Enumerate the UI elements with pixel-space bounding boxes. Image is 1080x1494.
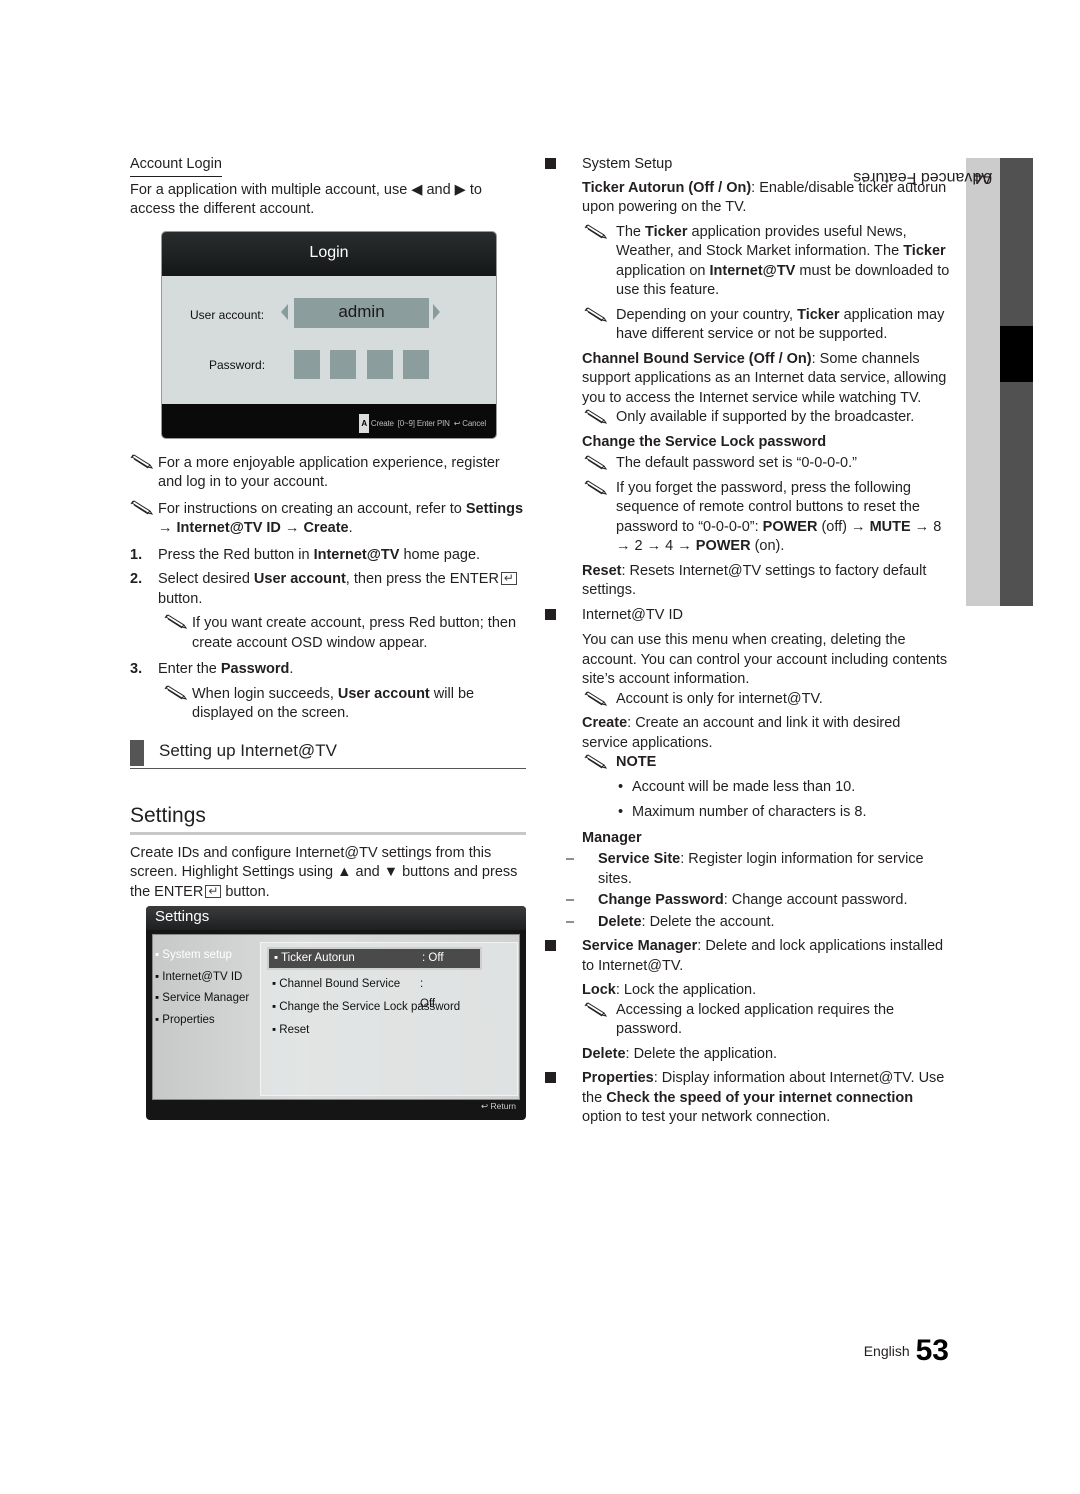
- left-column: Account Login For a application with mul…: [130, 155, 526, 1120]
- manager-item: – Change Password: Change account passwor…: [566, 892, 908, 908]
- settings-osd-window: Settings ▪ System setup ▪ Internet@TV ID…: [146, 906, 526, 1120]
- user-account-label: User account:: [190, 307, 265, 322]
- chapter-tab-label: 04 Advanced Features: [853, 160, 1000, 460]
- pencil-note-icon: [130, 500, 154, 516]
- settings-osd-title: Settings: [146, 906, 526, 930]
- pencil-note-icon: [584, 409, 608, 425]
- pin-box[interactable]: [403, 349, 429, 379]
- enter-key-icon: [205, 882, 222, 901]
- pin-box[interactable]: [367, 349, 393, 379]
- step-item: 2. Select desired User account, then pre…: [130, 569, 526, 609]
- pencil-note-icon: [584, 307, 608, 323]
- note-item: The default password set is “0-0-0-0.”: [582, 454, 950, 474]
- settings-options-panel: ▪ Ticker Autorun : Off ▪ Channel Bound S…: [260, 942, 518, 1096]
- return-icon: ↩: [453, 418, 461, 428]
- login-osd-footer: A Create [0~9] Enter PIN ↩ Cancel: [162, 403, 496, 438]
- pencil-note-icon: [584, 691, 608, 707]
- note-item: If you forget the password, press the fo…: [582, 479, 950, 557]
- create-desc: Create: Create an account and link it wi…: [582, 715, 901, 751]
- login-osd-window: Login User account: admin Password: A Cre…: [162, 231, 496, 438]
- note-item: When login succeeds, User account will b…: [164, 685, 526, 724]
- internet-id-desc: You can use this menu when creating, del…: [582, 632, 948, 687]
- arrow-right-icon[interactable]: [433, 303, 440, 320]
- note-bullet-item: • Account will be made less than 10.: [582, 778, 950, 798]
- chapter-index-strip: [1000, 158, 1033, 606]
- delete-desc: Delete: Delete the application.: [582, 1045, 778, 1062]
- chapter-title: Advanced Features: [853, 169, 992, 186]
- option-reset[interactable]: ▪ Reset: [272, 1021, 309, 1041]
- settings-osd-body: ▪ System setup ▪ Internet@TV ID ▪ Servic…: [152, 934, 520, 1100]
- internet-id-heading: Internet@TV ID: [545, 606, 950, 626]
- lock-password-heading: Change the Service Lock password: [582, 433, 827, 450]
- manager-item: – Delete: Delete the account.: [566, 913, 775, 930]
- pencil-note-icon: [164, 685, 188, 701]
- pin-box[interactable]: [294, 349, 320, 379]
- a-key-icon: A: [359, 413, 369, 433]
- create-hint[interactable]: Create: [371, 419, 394, 428]
- square-bullet-icon: [545, 1072, 556, 1083]
- page-number: 53: [915, 1334, 949, 1367]
- account-login-intro: For a application with multiple account,…: [130, 181, 482, 218]
- bullet-icon: •: [618, 778, 624, 795]
- enter-pin-hint: [0~9] Enter PIN: [397, 418, 450, 428]
- pencil-note-icon: [584, 224, 608, 240]
- channel-bound-desc: Channel Bound Service (Off / On): Some c…: [582, 350, 947, 406]
- manager-item: – Service Site: Register login informatio…: [566, 851, 924, 887]
- note-item: If you want create account, press Red bu…: [164, 614, 526, 653]
- section-bar: [130, 739, 144, 766]
- note-bullet-item: • Maximum number of characters is 8.: [582, 803, 950, 823]
- option-change-lock-password[interactable]: ▪ Change the Service Lock password: [272, 998, 460, 1018]
- menu-item-properties[interactable]: ▪ Properties: [155, 1010, 249, 1032]
- note-item: Account is only for internet@TV.: [582, 690, 950, 710]
- language-label: English: [863, 1343, 910, 1359]
- note-item: For a more enjoyable application experie…: [130, 454, 526, 493]
- note-item: For instructions on creating an account,…: [130, 500, 526, 539]
- menu-item-system-setup[interactable]: ▪ System setup: [155, 945, 249, 967]
- properties-desc: Properties: Display information about In…: [545, 1069, 950, 1128]
- note-item: Depending on your country, Ticker applic…: [582, 306, 950, 345]
- settings-intro: Create IDs and configure Internet@TV set…: [130, 844, 526, 903]
- pencil-note-icon: [584, 754, 608, 770]
- note-item: The Ticker application provides useful N…: [582, 223, 950, 301]
- login-osd-hints: A Create [0~9] Enter PIN ↩ Cancel: [359, 413, 486, 433]
- square-bullet-icon: [545, 158, 556, 169]
- note-item: Accessing a locked application requires …: [582, 1001, 950, 1040]
- settings-menu: ▪ System setup ▪ Internet@TV ID ▪ Servic…: [155, 945, 249, 1031]
- arrow-left-icon[interactable]: [281, 303, 288, 320]
- option-ticker-autorun[interactable]: ▪ Ticker Autorun : Off: [267, 947, 482, 970]
- menu-item-internet-tv-id[interactable]: ▪ Internet@TV ID: [155, 967, 249, 989]
- pencil-note-icon: [130, 454, 154, 470]
- user-account-selector[interactable]: admin: [294, 297, 429, 328]
- option-channel-bound-service[interactable]: ▪ Channel Bound Service : Off: [272, 975, 435, 1010]
- note-item: Only available if supported by the broad…: [582, 408, 950, 428]
- bullet-icon: •: [618, 804, 624, 820]
- right-column: System Setup Ticker Autorun (Off / On): …: [545, 155, 950, 1132]
- pencil-note-icon: [584, 1002, 608, 1018]
- return-hint[interactable]: ↩ Return: [481, 1097, 516, 1117]
- square-bullet-icon: [545, 608, 556, 620]
- pencil-note-icon: [584, 480, 608, 496]
- note-heading: NOTE: [582, 753, 950, 773]
- pin-box[interactable]: [330, 349, 356, 379]
- pencil-note-icon: [164, 614, 188, 630]
- step-item: 1. Press the Red button in Internet@TV h…: [130, 546, 481, 563]
- reset-desc: Reset: Resets Internet@TV settings to fa…: [582, 562, 927, 599]
- page-footer: English 53: [864, 1334, 949, 1368]
- account-login-heading: Account Login: [130, 155, 222, 177]
- pencil-note-icon: [584, 455, 608, 471]
- login-osd-title: Login: [162, 231, 496, 276]
- settings-heading: Settings: [130, 803, 526, 835]
- menu-item-service-manager[interactable]: ▪ Service Manager: [155, 988, 249, 1010]
- step-item: 3. Enter the Password.: [130, 661, 294, 677]
- chapter-index-active: [1000, 326, 1033, 382]
- service-manager-desc: Service Manager: Delete and lock applica…: [545, 937, 950, 976]
- lock-desc: Lock: Lock the application.: [582, 982, 757, 998]
- enter-key-icon: [500, 569, 517, 589]
- password-label: Password:: [209, 357, 266, 372]
- cancel-hint[interactable]: Cancel: [462, 419, 486, 428]
- section-heading: Setting up Internet@TV: [130, 738, 526, 769]
- manager-heading: Manager: [582, 829, 642, 846]
- square-bullet-icon: [545, 940, 556, 951]
